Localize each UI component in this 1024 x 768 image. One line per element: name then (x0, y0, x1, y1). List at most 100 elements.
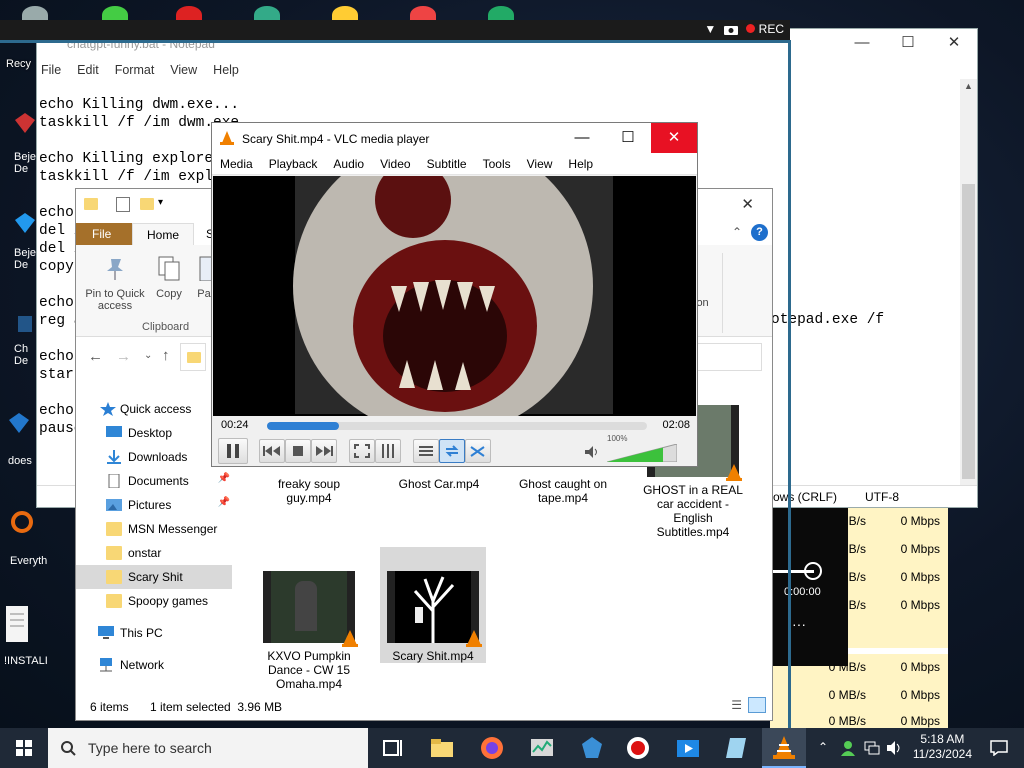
nav-downloads[interactable]: Downloads (76, 445, 232, 469)
camera-icon[interactable] (724, 24, 739, 35)
nav-this-pc[interactable]: This PC (76, 621, 232, 645)
menu-audio[interactable]: Audio (325, 157, 372, 171)
file-item[interactable]: KXVO Pumpkin Dance - CW 15 Omaha.mp4 (256, 571, 362, 691)
nav-documents[interactable]: Documents 📌 (76, 469, 232, 493)
app-icon[interactable] (578, 734, 606, 762)
address-bar[interactable] (180, 343, 206, 371)
menu-file[interactable]: File (41, 63, 61, 77)
tab-file[interactable]: File (76, 223, 132, 245)
seek-bar[interactable] (267, 422, 647, 430)
seek-handle[interactable] (804, 562, 822, 580)
file-item[interactable]: Ghost caught on tape.mp4 (510, 477, 616, 505)
desktop-icon-everything[interactable]: Everyth (10, 510, 82, 567)
fullscreen-button[interactable] (349, 439, 375, 463)
record-app-icon[interactable] (624, 734, 652, 762)
minimize-button[interactable]: — (839, 29, 885, 59)
speaker-icon[interactable] (585, 446, 599, 458)
file-item[interactable]: freaky soup guy.mp4 (256, 477, 362, 505)
network-icon[interactable] (864, 740, 880, 756)
maximize-button[interactable]: ☐ (885, 29, 931, 59)
pause-button[interactable] (218, 438, 248, 464)
menu-tools[interactable]: Tools (475, 157, 519, 171)
close-button[interactable]: ✕ (741, 195, 754, 213)
notepad-app-icon[interactable] (722, 734, 750, 762)
nav-onstar[interactable]: onstar (76, 541, 232, 565)
nav-quick-access[interactable]: Quick access (76, 397, 232, 421)
menu-help[interactable]: Help (560, 157, 601, 171)
user-status-icon[interactable] (840, 740, 856, 756)
large-icons-view-icon[interactable] (748, 697, 766, 713)
playlist-button[interactable] (413, 439, 439, 463)
rec-label[interactable]: REC (759, 22, 784, 36)
file-item[interactable]: Ghost Car.mp4 (386, 477, 492, 491)
stop-button[interactable] (285, 439, 311, 463)
fullscreen-icon (354, 444, 370, 458)
menu-playback[interactable]: Playback (261, 157, 326, 171)
close-button[interactable]: ✕ (931, 29, 977, 59)
menu-format[interactable]: Format (115, 63, 155, 77)
nav-desktop[interactable]: Desktop (76, 421, 232, 445)
pin-icon[interactable]: 📌 (218, 473, 230, 484)
nav-pictures[interactable]: Pictures 📌 (76, 493, 232, 517)
firefox-icon[interactable] (478, 734, 506, 762)
folder-icon (187, 352, 201, 363)
maximize-button[interactable]: ☐ (605, 123, 651, 153)
file-explorer-icon[interactable] (428, 734, 456, 762)
notifications-icon[interactable] (990, 740, 1008, 756)
vertical-scrollbar[interactable]: ▲ ▼ (960, 79, 977, 497)
scroll-up-icon[interactable]: ▲ (964, 81, 973, 91)
menu-video[interactable]: Video (372, 157, 418, 171)
new-folder-icon[interactable] (140, 198, 154, 210)
task-manager-icon[interactable] (528, 734, 556, 762)
pin-icon[interactable]: 📌 (218, 497, 230, 508)
extended-settings-button[interactable] (375, 439, 401, 463)
video-frame[interactable] (213, 176, 696, 416)
taskbar-search-box[interactable]: Type here to search (48, 728, 368, 768)
desktop-icon-install[interactable]: !INSTALI (4, 606, 76, 667)
record-dot-icon (746, 24, 756, 33)
nav-network[interactable]: Network (76, 653, 232, 677)
taskbar-clock[interactable]: 5:18 AM 11/23/2024 (913, 732, 972, 762)
chevron-up-icon[interactable]: ⌃ (732, 225, 742, 239)
volume-icon[interactable] (886, 740, 902, 756)
playlist-icon (419, 446, 433, 456)
help-icon[interactable]: ? (751, 224, 768, 241)
nav-spoopy-games[interactable]: Spoopy games (76, 589, 232, 613)
task-view-icon[interactable] (378, 734, 406, 762)
dropdown-icon[interactable]: ▼ (704, 22, 716, 36)
recent-locations-icon[interactable]: ⌄ (144, 350, 152, 361)
menu-view[interactable]: View (519, 157, 561, 171)
details-view-icon[interactable]: ☰ (731, 698, 742, 712)
more-icon[interactable]: ··· (792, 616, 806, 632)
media-app-icon[interactable] (674, 734, 702, 762)
menu-subtitle[interactable]: Subtitle (419, 157, 475, 171)
nav-scary-shit[interactable]: Scary Shit (76, 565, 232, 589)
forward-icon[interactable]: → (116, 348, 131, 365)
windows-start-icon[interactable] (16, 740, 32, 756)
nav-msn-messenger[interactable]: MSN Messenger (76, 517, 232, 541)
copy-button[interactable]: Copy (154, 255, 184, 300)
menu-view[interactable]: View (170, 63, 197, 77)
properties-icon[interactable] (116, 197, 130, 212)
customize-toolbar-icon[interactable]: ▾ (158, 197, 163, 208)
minimize-button[interactable]: — (559, 123, 605, 153)
show-hidden-icons-chevron-icon[interactable]: ⌃ (818, 740, 828, 754)
desktop-icon-label: Recy (6, 58, 32, 70)
back-icon[interactable]: ← (88, 348, 103, 365)
tab-home[interactable]: Home (132, 223, 195, 245)
shuffle-button[interactable] (465, 439, 491, 463)
menu-help[interactable]: Help (213, 63, 239, 77)
taskbar-vlc-button[interactable] (762, 728, 806, 768)
loop-button[interactable] (439, 439, 465, 463)
search-icon (11, 511, 33, 533)
scroll-thumb[interactable] (962, 184, 975, 479)
up-icon[interactable]: ↑ (162, 347, 170, 364)
file-item-selected[interactable]: Scary Shit.mp4 (380, 547, 486, 663)
pin-quick-access-button[interactable]: Pin to Quick access (82, 255, 148, 312)
previous-button[interactable] (259, 439, 285, 463)
volume-slider[interactable] (606, 443, 678, 463)
menu-edit[interactable]: Edit (77, 63, 99, 77)
close-button[interactable]: ✕ (651, 123, 697, 153)
next-button[interactable] (311, 439, 337, 463)
menu-media[interactable]: Media (212, 157, 261, 171)
